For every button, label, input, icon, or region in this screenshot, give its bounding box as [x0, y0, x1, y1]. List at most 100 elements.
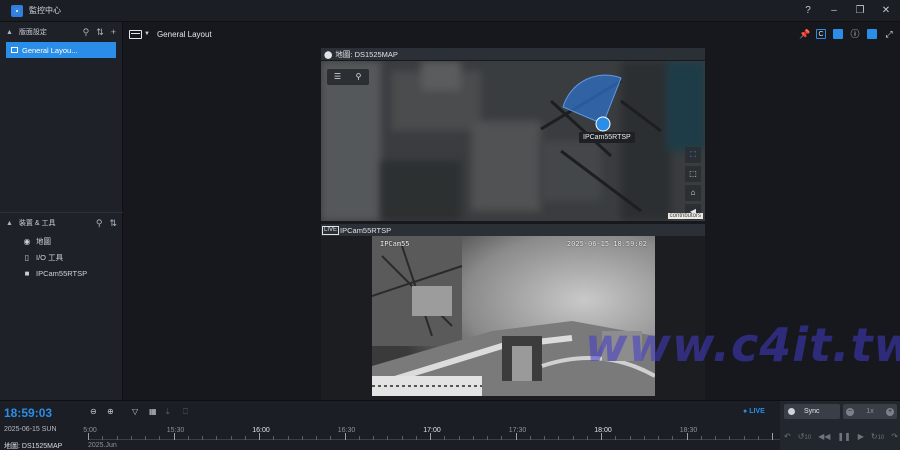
sync-label: Sync — [804, 408, 820, 415]
watermark: www.c4it.tw — [585, 318, 900, 372]
timeline-tick — [658, 436, 659, 440]
redo-icon[interactable]: ↷ — [891, 432, 898, 441]
device-item-map[interactable]: ◉ 地圖 — [0, 233, 123, 249]
device-item-io[interactable]: ▯ I/O 工具 — [0, 249, 123, 265]
app-logo-icon — [11, 4, 23, 17]
undo-icon[interactable]: ↶ — [784, 432, 791, 441]
sort-icon[interactable]: ⇅ — [109, 218, 117, 229]
osd-camera-name: IPCam55 — [380, 240, 410, 248]
sort-icon[interactable]: ⇅ — [96, 27, 104, 38]
minimize-icon[interactable]: – — [828, 0, 840, 22]
timeline-tick — [515, 433, 517, 440]
add-icon[interactable]: + — [111, 27, 116, 38]
camera-fov-icon — [562, 74, 622, 125]
timeline-tick — [159, 436, 161, 440]
timeline-tick — [415, 436, 417, 440]
pin-icon[interactable]: 📌 — [799, 29, 810, 39]
search-icon[interactable]: ⚲ — [83, 27, 90, 38]
live-indicator[interactable]: ● LIVE — [743, 408, 765, 415]
timeline-tick — [615, 436, 617, 440]
chevron-down-icon[interactable]: ▼ — [144, 31, 150, 37]
list-icon[interactable]: ☰ — [327, 69, 348, 85]
timeline-tick — [472, 436, 474, 440]
display-mode-icon[interactable]: C — [816, 29, 826, 39]
timeline-tick — [216, 436, 218, 440]
layout-item-general[interactable]: General Layou... — [6, 42, 116, 58]
rewind-icon[interactable]: ◀◀ — [818, 432, 830, 441]
skip-back-button[interactable]: ↺10 — [798, 432, 811, 441]
timeline-tick — [558, 436, 560, 440]
zoom-out-icon[interactable]: ⊖ — [90, 407, 97, 416]
close-icon[interactable]: ✕ — [880, 0, 892, 22]
map-tools: ☰ ⚲ — [327, 69, 369, 85]
timeline-tick-label: 15:30 — [166, 427, 185, 434]
help-icon[interactable]: ? — [802, 0, 814, 22]
timeline-tick — [715, 436, 716, 440]
device-item-camera[interactable]: ■ IPCam55RTSP — [0, 265, 123, 281]
search-icon[interactable]: ⚲ — [348, 69, 369, 85]
app-title: 監控中心 — [29, 6, 61, 15]
timeline-tick — [373, 436, 374, 440]
select-area-icon[interactable]: ⬚ — [685, 166, 701, 182]
locate-icon[interactable]: ⛶ — [685, 147, 701, 163]
timeline-tick-label: 5:00 — [83, 427, 97, 434]
map-view[interactable]: ☰ ⚲ IPCam55RTSP ⛶ ⬚ ⌂ ◀ contributors — [321, 61, 705, 221]
maximize-icon[interactable]: ❐ — [854, 0, 866, 22]
timeline-tick — [743, 436, 745, 440]
zoom-in-icon[interactable]: ⊕ — [107, 407, 114, 416]
download-icon[interactable]: ⤓ — [166, 407, 170, 417]
camera-label[interactable]: IPCam55RTSP — [579, 132, 635, 143]
speed-control: − 1x + — [843, 404, 897, 419]
timeline-tick — [330, 436, 332, 440]
layouts-section-header[interactable]: ▲ 版面設定 ⚲ ⇅ + — [0, 22, 122, 42]
timeline-tick — [145, 436, 146, 440]
window-icon[interactable] — [867, 29, 877, 39]
home-icon[interactable]: ⌂ — [685, 185, 701, 201]
timeline-tick — [401, 436, 403, 440]
filter-icon[interactable]: ▽ — [132, 407, 138, 416]
collapse-icon[interactable]: ▲ — [6, 29, 13, 36]
title-bar: 監控中心 ? – ❐ ✕ — [0, 0, 900, 22]
video-frame[interactable]: IPCam55 2025-06-15 18:59:02 — [372, 236, 655, 396]
timeline-tick-label: 16:00 — [252, 427, 270, 434]
timeline-tick-label: 18:00 — [594, 427, 612, 434]
speed-down-icon[interactable]: − — [846, 407, 854, 416]
collapse-icon[interactable]: ▲ — [6, 220, 13, 227]
calendar-icon[interactable]: ▦ — [149, 407, 157, 416]
sync-button[interactable]: Sync — [784, 404, 840, 419]
info-icon[interactable]: ⓘ — [850, 29, 860, 39]
fullscreen-icon[interactable]: ⤢ — [884, 29, 894, 39]
toolbar-actions: 📌 C ⓘ ⤢ — [799, 22, 894, 46]
map-pane-title: 地圖: DS1525MAP — [335, 49, 398, 59]
timeline-tick — [387, 436, 389, 440]
timeline-axis — [88, 439, 780, 440]
timeline-tick — [458, 436, 460, 440]
live-badge: LIVE — [322, 225, 340, 235]
timeline-scale[interactable]: 2025.Jun 5:00 15:30 16:00 16:30 17:00 17:30 18… — [83, 423, 780, 450]
skip-forward-button[interactable]: ↻10 — [871, 432, 884, 441]
video-content — [372, 236, 655, 396]
pause-icon[interactable]: ❚❚ — [837, 432, 850, 441]
layout-item-label: General Layou... — [22, 45, 78, 55]
live-pane-header: LIVE IPCam55RTSP — [321, 224, 705, 236]
current-date: 2025-06-15 SUN — [4, 426, 57, 433]
camera-marker-icon — [595, 116, 611, 132]
layout-grid-icon[interactable] — [129, 29, 142, 39]
timeline-tick — [772, 433, 773, 440]
search-icon[interactable]: ⚲ — [96, 218, 103, 229]
image-icon[interactable] — [833, 29, 843, 39]
timeline-tick — [601, 433, 602, 440]
timeline-tick — [700, 436, 702, 440]
timeline-tick — [686, 433, 688, 440]
step-forward-icon[interactable]: ▶ — [858, 432, 864, 441]
devices-section-header[interactable]: ▲ 裝置 & 工具 ⚲ ⇅ — [0, 213, 123, 233]
map-attribution: contributors — [667, 213, 703, 219]
timeline-tick — [259, 433, 260, 440]
timeline-tick — [187, 436, 189, 440]
bookmark-icon[interactable]: ⎕ — [183, 407, 188, 417]
timeline-year-label: 2025.Jun — [88, 442, 117, 449]
sync-toggle-icon — [788, 408, 795, 415]
timeline-tick — [244, 436, 246, 440]
speed-up-icon[interactable]: + — [886, 407, 894, 416]
timeline-tick — [629, 436, 631, 440]
